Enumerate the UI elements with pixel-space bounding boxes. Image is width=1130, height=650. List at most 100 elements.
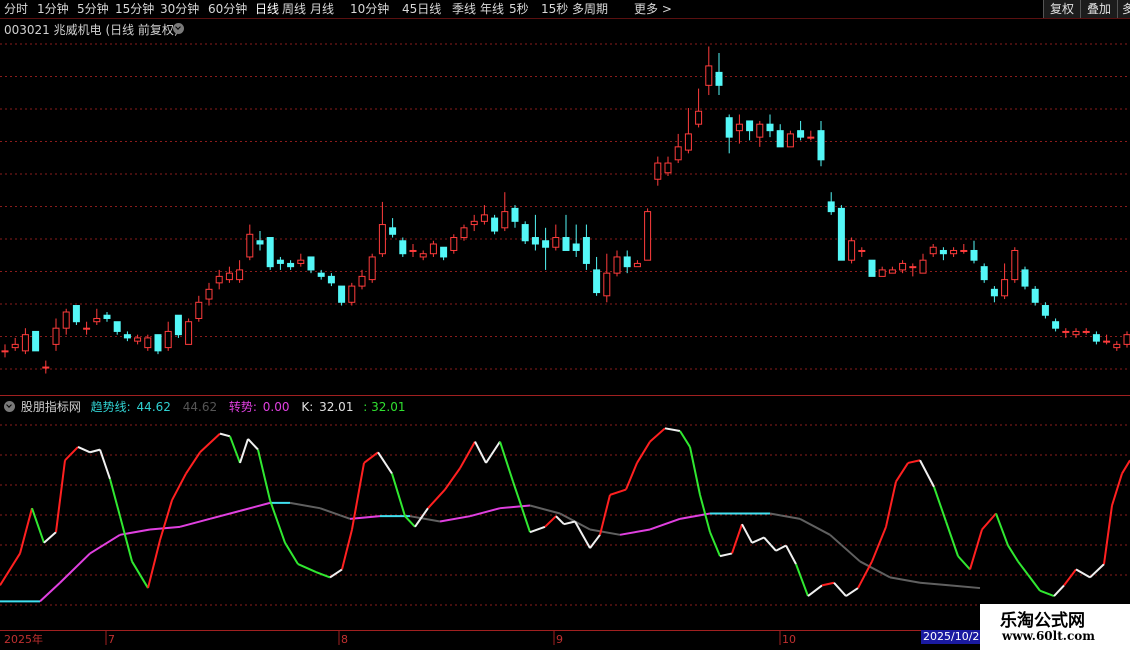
k-segment — [229, 435, 241, 464]
grid-lines — [0, 18, 1130, 631]
trend-segment — [59, 552, 91, 584]
axis-label: 7 — [108, 633, 115, 646]
k-segment — [1027, 574, 1041, 592]
candle-body — [990, 288, 998, 297]
candle-body — [11, 343, 19, 349]
period-tab-7[interactable]: 周线 — [282, 1, 306, 17]
candle-body — [1052, 321, 1060, 329]
k-segment — [99, 449, 111, 480]
toolbar-button-0[interactable]: 复权 — [1043, 0, 1080, 18]
candle-body — [817, 130, 825, 161]
candle-body — [174, 314, 182, 336]
k-segment — [512, 481, 523, 509]
k-line-series[interactable] — [0, 427, 1130, 597]
toolbar-button-1[interactable]: 叠加 — [1080, 0, 1117, 18]
k-segment — [499, 441, 514, 482]
candle-body — [480, 214, 488, 222]
k-segment — [957, 555, 971, 571]
trend-segment — [589, 528, 621, 536]
candle-body — [531, 237, 539, 245]
period-tab-12[interactable]: 年线 — [480, 1, 504, 17]
k-segment — [0, 552, 21, 586]
k-segment — [315, 571, 331, 579]
period-tab-10[interactable]: 45日线 — [402, 1, 441, 17]
candle-body — [950, 249, 958, 255]
candle-body — [593, 269, 601, 294]
candle-body — [83, 327, 91, 330]
candle-body — [888, 269, 896, 274]
chevron-down-icon[interactable] — [4, 401, 15, 412]
axis-label: 2025年 — [4, 632, 43, 646]
date-axis: 2025年 7 8 9 10 — [4, 631, 796, 646]
candle-body — [776, 130, 784, 148]
trend-segment — [289, 501, 321, 510]
trend-segment — [149, 525, 181, 531]
period-tab-13[interactable]: 5秒 — [509, 1, 529, 17]
k-segment — [185, 451, 201, 475]
k-value: 32.01 — [319, 400, 354, 414]
trend-value: 44.62 — [136, 400, 171, 414]
candle-body — [756, 123, 764, 138]
k-segment — [609, 488, 627, 496]
candle-body — [225, 272, 233, 281]
trend-segment — [649, 517, 681, 531]
candle-body — [613, 256, 621, 274]
period-tab-0[interactable]: 分时 — [4, 1, 28, 17]
watermark: 乐淘公式网 www.60lt.com — [980, 604, 1130, 650]
k-segment — [1075, 568, 1091, 579]
candle-body — [674, 146, 682, 161]
candle-body — [338, 285, 346, 303]
period-tab-9[interactable]: 10分钟 — [350, 1, 389, 17]
k-segment — [919, 459, 935, 488]
k-segment — [391, 473, 406, 517]
trend-segment — [619, 528, 651, 536]
candle-body — [684, 133, 692, 151]
candle-body — [654, 162, 662, 180]
period-tab-4[interactable]: 30分钟 — [160, 1, 199, 17]
k-segment — [664, 427, 681, 432]
period-tab-16[interactable]: 更多 > — [634, 1, 672, 17]
k-segment — [269, 499, 286, 544]
k-segment — [563, 520, 576, 526]
candle-body — [368, 256, 376, 281]
candle-body — [746, 120, 754, 132]
k-segment — [521, 507, 531, 533]
candle-body — [797, 130, 805, 138]
trend-segment — [319, 507, 351, 520]
candle-body — [1021, 269, 1029, 287]
period-tab-5[interactable]: 60分钟 — [208, 1, 247, 17]
period-tab-11[interactable]: 季线 — [452, 1, 476, 17]
period-tab-6[interactable]: 日线 — [255, 1, 279, 17]
k-segment — [1103, 505, 1113, 565]
candle-body — [909, 266, 917, 269]
period-tab-2[interactable]: 5分钟 — [77, 1, 109, 17]
candle-body — [735, 123, 743, 132]
candle-body — [440, 246, 448, 258]
k-segment — [1063, 568, 1077, 587]
candlestick-series[interactable] — [1, 46, 1130, 374]
candle-body — [786, 133, 794, 148]
candle-body — [1113, 343, 1121, 349]
k-segment — [689, 446, 701, 496]
k-segment — [1017, 560, 1029, 576]
k-segment — [55, 460, 66, 533]
candle-body — [327, 275, 335, 284]
candle-body — [623, 256, 631, 268]
candle-body — [215, 275, 223, 284]
period-tab-14[interactable]: 15秒 — [541, 1, 568, 17]
trend-segment — [529, 504, 561, 515]
k-segment — [171, 473, 187, 501]
candle-body — [236, 269, 244, 281]
toolbar-button-2[interactable]: 多 — [1117, 0, 1130, 18]
candle-body — [1011, 249, 1019, 281]
period-tab-1[interactable]: 1分钟 — [37, 1, 69, 17]
k-segment — [555, 515, 565, 525]
candle-body — [307, 256, 315, 271]
candle-body — [348, 285, 356, 303]
period-tab-8[interactable]: 月线 — [310, 1, 334, 17]
period-tab-15[interactable]: 多周期 — [572, 1, 608, 17]
candle-body — [154, 334, 162, 352]
period-tab-3[interactable]: 15分钟 — [115, 1, 154, 17]
chevron-down-icon[interactable] — [173, 23, 184, 34]
trend-segment — [769, 512, 801, 520]
